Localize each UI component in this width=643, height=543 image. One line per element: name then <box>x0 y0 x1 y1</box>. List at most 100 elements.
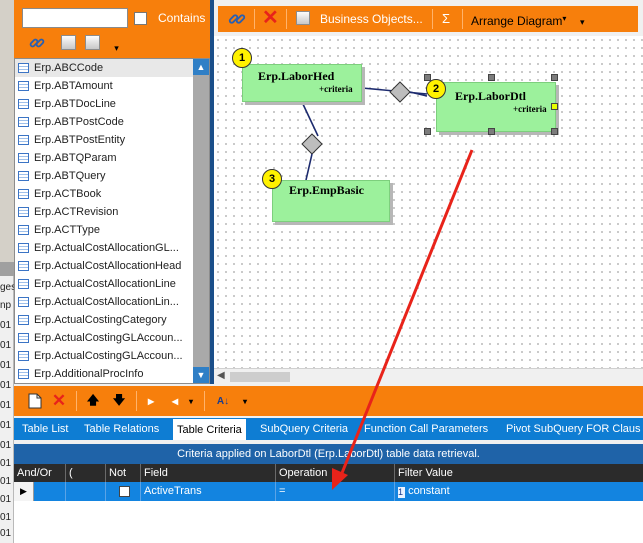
square-button-icon[interactable] <box>84 34 101 51</box>
not-cell[interactable] <box>106 482 141 501</box>
tab-table-list[interactable]: Table List <box>22 418 68 440</box>
resize-handle[interactable] <box>551 74 558 81</box>
row-indicator-icon[interactable]: ▶ <box>14 482 34 501</box>
scroll-left-icon[interactable]: ◀ <box>217 370 225 381</box>
tab-table-criteria[interactable]: Table Criteria <box>172 418 247 440</box>
chevron-down-icon[interactable]: ▾ <box>182 392 200 410</box>
tab-function-call-parameters[interactable]: Function Call Parameters <box>364 418 488 440</box>
square-button-icon[interactable] <box>296 11 312 27</box>
column-header[interactable]: Filter Value <box>395 464 643 482</box>
open-paren-cell[interactable] <box>66 482 106 501</box>
table-list-item[interactable]: Erp.ABTPostEntity <box>15 131 209 149</box>
contains-label: Contains <box>158 11 206 25</box>
node-number-badge: 3 <box>262 169 282 189</box>
diagram-horizontal-scrollbar[interactable]: ◀ <box>214 368 643 384</box>
table-list-item[interactable]: Erp.ACTRevision <box>15 203 209 221</box>
resize-handle[interactable] <box>424 74 431 81</box>
scroll-up-icon[interactable]: ▲ <box>193 59 209 75</box>
node-number-badge: 2 <box>426 79 446 99</box>
diagram-toolbar: ✕ Business Objects... Σ Arrange Diagram▾… <box>218 6 638 32</box>
node-number-badge: 1 <box>232 48 252 68</box>
not-checkbox[interactable] <box>119 486 130 497</box>
column-header[interactable]: Not <box>106 464 141 482</box>
table-list-item[interactable]: Erp.ACTBook <box>15 185 209 203</box>
table-icon <box>18 297 29 307</box>
square-button-icon[interactable] <box>60 34 77 51</box>
field-cell[interactable]: ActiveTrans <box>141 482 276 501</box>
criteria-grid-caption: Criteria applied on LaborDtl (Erp.LaborD… <box>14 444 643 464</box>
table-icon <box>18 315 29 325</box>
chevron-down-icon[interactable]: ▾ <box>236 392 254 410</box>
delete-icon[interactable]: ✕ <box>50 391 68 410</box>
table-list-item[interactable]: Erp.ActualCostingGLAccoun... <box>15 347 209 365</box>
business-objects-button[interactable]: Business Objects... <box>320 6 423 32</box>
table-list-item[interactable]: Erp.ABTPostCode <box>15 113 209 131</box>
table-icon <box>18 351 29 361</box>
table-list-item[interactable]: Erp.ActualCostingGLAccoun... <box>15 329 209 347</box>
resize-handle[interactable] <box>424 128 431 135</box>
criteria-row[interactable]: ▶ ActiveTrans = 1 constant <box>14 482 643 501</box>
table-list-item[interactable]: Erp.ACTType <box>15 221 209 239</box>
table-icon <box>18 99 29 109</box>
resize-handle[interactable] <box>488 128 495 135</box>
move-down-icon[interactable]: 🡇 <box>110 392 128 410</box>
table-icon <box>18 333 29 343</box>
table-icon <box>18 243 29 253</box>
delete-icon[interactable]: ✕ <box>262 6 280 32</box>
resize-handle[interactable] <box>551 128 558 135</box>
table-list-item[interactable]: Erp.ActualCostAllocationLine <box>15 275 209 293</box>
column-header[interactable]: And/Or <box>14 464 66 482</box>
table-list-item[interactable]: Erp.ABTAmount <box>15 77 209 95</box>
value-type-icon: 1 <box>398 487 405 498</box>
scrollbar-thumb[interactable] <box>230 372 290 382</box>
table-list-scrollbar[interactable]: ▲ ▼ <box>193 59 209 383</box>
tab-subquery-criteria[interactable]: SubQuery Criteria <box>260 418 348 440</box>
relation-diamond-icon <box>301 133 323 155</box>
table-icon <box>18 81 29 91</box>
operation-cell[interactable]: = <box>276 482 395 501</box>
column-header[interactable]: Field <box>141 464 276 482</box>
and-or-cell[interactable] <box>34 482 66 501</box>
tab-pivot-subquery[interactable]: Pivot SubQuery FOR Claus <box>506 418 641 440</box>
sort-icon[interactable]: A↓ <box>214 392 232 410</box>
table-list-item[interactable]: Erp.ABTQParam <box>15 149 209 167</box>
background-text: 01 <box>0 528 12 539</box>
column-header[interactable]: ( <box>66 464 106 482</box>
table-list-item[interactable]: Erp.ABTDocLine <box>15 95 209 113</box>
background-text: 01 <box>0 420 12 431</box>
table-list-item[interactable]: Erp.ABTQuery <box>15 167 209 185</box>
chevron-down-icon[interactable]: ▾ <box>580 9 585 35</box>
scroll-down-icon[interactable]: ▼ <box>193 367 209 383</box>
table-list-item[interactable]: Erp.AdditionalProcInfo <box>15 365 209 383</box>
link-icon[interactable] <box>228 6 248 32</box>
contains-checkbox[interactable] <box>134 12 147 25</box>
diagram-node-empbasic[interactable]: Erp.EmpBasic <box>272 180 390 222</box>
table-list-item[interactable]: Erp.ActualCostAllocationHead <box>15 257 209 275</box>
background-text: ges <box>0 282 14 293</box>
table-list-item[interactable]: Erp.ActualCostAllocationGL... <box>15 239 209 257</box>
resize-handle[interactable] <box>551 103 558 110</box>
table-list-item[interactable]: Erp.ActualCostAllocationLin... <box>15 293 209 311</box>
table-list-item[interactable]: Erp.ActualCostingCategory <box>15 311 209 329</box>
table-list[interactable]: Erp.ABCCode Erp.ABTAmount Erp.ABTDocLine… <box>14 58 210 384</box>
table-icon <box>18 135 29 145</box>
column-header[interactable]: Operation <box>276 464 395 482</box>
link-icon[interactable] <box>28 34 45 51</box>
background-text: 01 <box>0 440 12 451</box>
chevron-down-icon[interactable]: ▾ <box>108 40 125 57</box>
diagram-node-laborhed[interactable]: Erp.LaborHed +criteria <box>242 64 362 102</box>
query-diagram-canvas[interactable]: Erp.LaborHed +criteria 1 Erp.LaborDtl +c… <box>214 36 643 368</box>
table-icon <box>18 189 29 199</box>
filter-value-cell[interactable]: 1 constant <box>395 482 643 501</box>
table-list-item[interactable]: Erp.ABCCode <box>15 59 209 77</box>
diagram-node-labordtl[interactable]: Erp.LaborDtl +criteria <box>436 82 556 132</box>
background-text: 01 <box>0 340 12 351</box>
new-document-icon[interactable] <box>26 392 44 410</box>
indent-right-icon[interactable]: ▸ <box>142 392 160 410</box>
move-up-icon[interactable]: 🡅 <box>84 392 102 410</box>
resize-handle[interactable] <box>488 74 495 81</box>
table-search-input[interactable] <box>22 8 128 28</box>
tab-table-relations[interactable]: Table Relations <box>84 418 159 440</box>
arrange-diagram-button[interactable]: Arrange Diagram▾ <box>471 6 566 32</box>
sigma-button[interactable]: Σ <box>442 6 450 32</box>
